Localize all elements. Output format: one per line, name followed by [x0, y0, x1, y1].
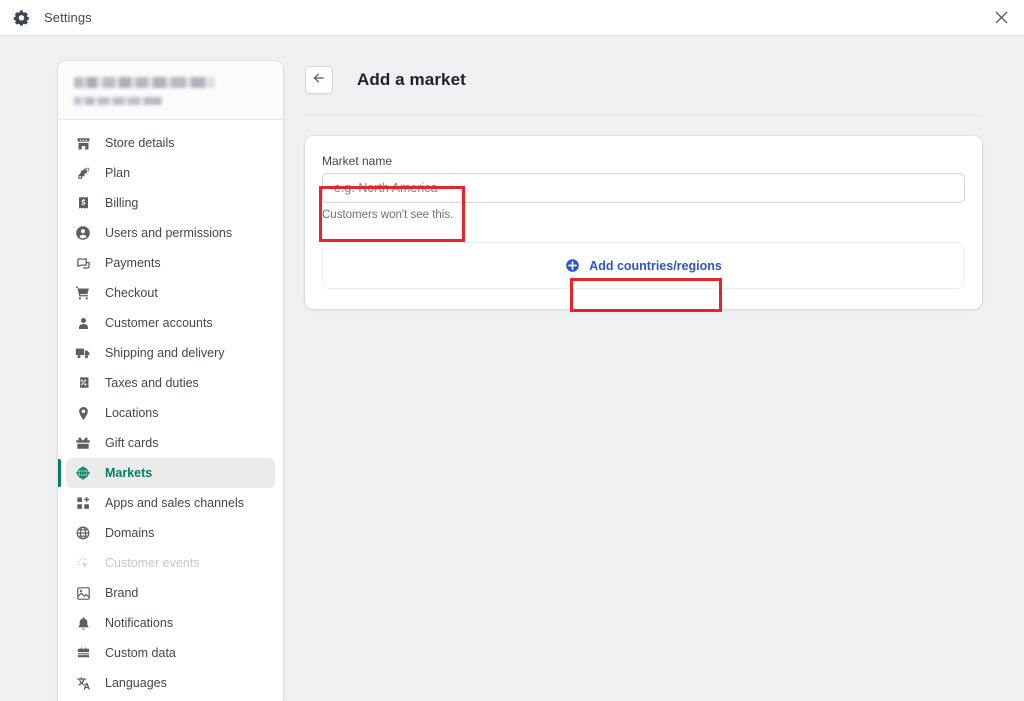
globe-target-icon — [73, 463, 93, 483]
store-domain-redacted — [74, 97, 162, 105]
plan-icon — [73, 163, 93, 183]
page-body: Store details Plan Billing Users and per… — [0, 36, 1024, 694]
market-name-label: Market name — [322, 154, 965, 168]
sidebar-item-markets[interactable]: Markets — [66, 458, 275, 488]
storefront-icon — [73, 133, 93, 153]
countries-regions-box: Add countries/regions — [322, 242, 965, 289]
cart-icon — [73, 283, 93, 303]
sidebar-item-locations[interactable]: Locations — [66, 398, 275, 428]
page-title: Add a market — [357, 70, 466, 90]
gear-icon — [10, 7, 32, 29]
user-circle-icon — [73, 223, 93, 243]
window-title: Settings — [44, 10, 92, 25]
globe-icon — [73, 523, 93, 543]
store-name-redacted — [74, 77, 215, 88]
sidebar-item-domains[interactable]: Domains — [66, 518, 275, 548]
sidebar-item-label: Notifications — [105, 617, 173, 630]
apps-plus-icon — [73, 493, 93, 513]
circle-plus-icon — [565, 258, 580, 273]
sidebar-item-payments[interactable]: Payments — [66, 248, 275, 278]
database-icon — [73, 643, 93, 663]
pin-icon — [73, 403, 93, 423]
bell-icon — [73, 613, 93, 633]
sidebar-item-customer-events[interactable]: Customer events — [66, 548, 275, 578]
sidebar-item-label: Customer events — [105, 557, 199, 570]
sidebar-item-label: Customer accounts — [105, 317, 213, 330]
sidebar-item-gift-cards[interactable]: Gift cards — [66, 428, 275, 458]
sidebar-item-label: Brand — [105, 587, 138, 600]
sidebar-item-label: Plan — [105, 167, 130, 180]
sidebar-item-taxes-and-duties[interactable]: Taxes and duties — [66, 368, 275, 398]
sidebar-item-label: Payments — [105, 257, 161, 270]
sidebar-item-notifications[interactable]: Notifications — [66, 608, 275, 638]
translate-icon — [73, 673, 93, 693]
sidebar-item-label: Users and permissions — [105, 227, 232, 240]
sidebar-item-store-details[interactable]: Store details — [66, 128, 275, 158]
main-content: Add a market Market name Customers won't… — [305, 36, 1024, 694]
market-name-field[interactable] — [322, 173, 965, 203]
sidebar-item-shipping-and-delivery[interactable]: Shipping and delivery — [66, 338, 275, 368]
percent-receipt-icon — [73, 373, 93, 393]
market-name-help-text: Customers won't see this. — [322, 209, 965, 221]
sidebar-item-label: Billing — [105, 197, 138, 210]
sidebar-item-customer-accounts[interactable]: Customer accounts — [66, 308, 275, 338]
brand-image-icon — [73, 583, 93, 603]
sidebar-item-brand[interactable]: Brand — [66, 578, 275, 608]
sidebar-item-label: Taxes and duties — [105, 377, 199, 390]
window-titlebar: Settings — [0, 0, 1024, 36]
payments-icon — [73, 253, 93, 273]
sidebar-item-label: Apps and sales channels — [105, 497, 244, 510]
sidebar-item-billing[interactable]: Billing — [66, 188, 275, 218]
gift-icon — [73, 433, 93, 453]
sidebar-item-label: Markets — [105, 467, 152, 480]
sidebar-item-apps-and-sales-channels[interactable]: Apps and sales channels — [66, 488, 275, 518]
close-icon[interactable] — [978, 0, 1024, 35]
sidebar-item-label: Languages — [105, 677, 167, 690]
settings-sidebar: Store details Plan Billing Users and per… — [58, 61, 283, 701]
arrow-left-icon — [312, 71, 326, 90]
store-header — [58, 61, 283, 120]
page-header: Add a market — [305, 36, 982, 115]
sidebar-item-label: Store details — [105, 137, 174, 150]
sidebar-item-label: Checkout — [105, 287, 158, 300]
sidebar-item-checkout[interactable]: Checkout — [66, 278, 275, 308]
sidebar-item-label: Locations — [105, 407, 159, 420]
settings-nav: Store details Plan Billing Users and per… — [58, 120, 283, 701]
add-countries-label: Add countries/regions — [589, 259, 722, 273]
sidebar-item-plan[interactable]: Plan — [66, 158, 275, 188]
sidebar-item-users-and-permissions[interactable]: Users and permissions — [66, 218, 275, 248]
billing-icon — [73, 193, 93, 213]
back-button[interactable] — [305, 66, 333, 94]
sidebar-item-label: Custom data — [105, 647, 176, 660]
click-spark-icon — [73, 553, 93, 573]
add-market-card: Market name Customers won't see this. Ad… — [305, 136, 982, 309]
person-icon — [73, 313, 93, 333]
sidebar-item-label: Domains — [105, 527, 154, 540]
sidebar-item-label: Shipping and delivery — [105, 347, 225, 360]
add-countries-button[interactable]: Add countries/regions — [565, 258, 722, 273]
sidebar-item-label: Gift cards — [105, 437, 159, 450]
sidebar-item-custom-data[interactable]: Custom data — [66, 638, 275, 668]
truck-icon — [73, 343, 93, 363]
